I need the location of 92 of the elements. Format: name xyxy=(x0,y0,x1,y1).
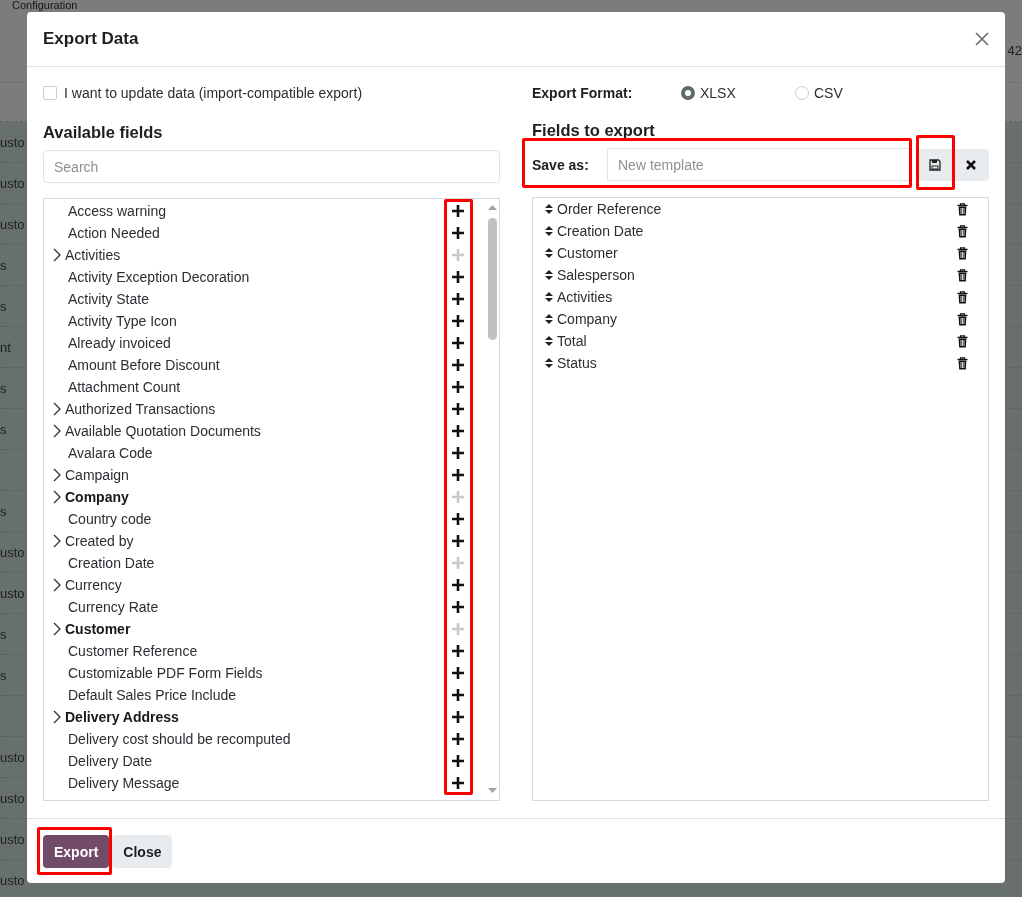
row-text: s xyxy=(0,667,7,683)
trash-icon[interactable] xyxy=(957,268,968,282)
chevron-right-icon[interactable] xyxy=(53,248,61,262)
plus-icon[interactable] xyxy=(452,293,464,305)
sort-icon[interactable] xyxy=(545,203,553,215)
row-text: s xyxy=(0,380,7,396)
plus-icon[interactable] xyxy=(452,535,464,547)
row-text: usto xyxy=(0,585,25,601)
plus-icon[interactable] xyxy=(452,227,464,239)
chevron-right-icon[interactable] xyxy=(53,402,61,416)
field-name[interactable]: Total xyxy=(557,332,957,350)
chevron-right-icon[interactable] xyxy=(53,710,61,724)
plus-icon[interactable] xyxy=(452,315,464,327)
format-label: Export Format: xyxy=(532,85,634,101)
trash-icon[interactable] xyxy=(957,246,968,260)
plus-icon[interactable] xyxy=(452,271,464,283)
sort-icon[interactable] xyxy=(545,225,553,237)
plus-icon[interactable] xyxy=(452,337,464,349)
row-text: s xyxy=(0,421,7,437)
trash-icon[interactable] xyxy=(957,290,968,304)
plus-icon[interactable] xyxy=(452,513,464,525)
plus-icon[interactable] xyxy=(452,645,464,657)
plus-icon[interactable] xyxy=(452,205,464,217)
row-text: s xyxy=(0,298,7,314)
row-text: nt xyxy=(0,339,11,355)
plus-icon[interactable] xyxy=(452,777,464,789)
plus-icon[interactable] xyxy=(452,447,464,459)
sort-icon[interactable] xyxy=(545,357,553,369)
chevron-right-icon[interactable] xyxy=(53,424,61,438)
trash-icon[interactable] xyxy=(957,356,968,370)
save-as-label: Save as: xyxy=(532,156,590,173)
row-text: s xyxy=(0,257,7,273)
sort-icon[interactable] xyxy=(545,291,553,303)
field-name[interactable]: Status xyxy=(557,354,957,372)
chevron-right-icon[interactable] xyxy=(53,490,61,504)
field-name[interactable]: Order Reference xyxy=(557,200,957,218)
sort-icon[interactable] xyxy=(545,313,553,325)
sort-icon[interactable] xyxy=(545,335,553,347)
radio-button[interactable] xyxy=(681,86,695,100)
plus-icon[interactable] xyxy=(452,381,464,393)
sort-icon[interactable] xyxy=(545,269,553,281)
plus-icon[interactable] xyxy=(452,755,464,767)
close-icon[interactable] xyxy=(975,32,989,46)
trash-icon[interactable] xyxy=(957,202,968,216)
primary-button[interactable]: Export xyxy=(43,835,110,868)
section-heading: Fields to export xyxy=(532,120,656,141)
field-name[interactable]: Activities xyxy=(557,288,957,306)
dialog-title: Export Data xyxy=(43,29,139,49)
checkbox-label: I want to update data (import-compatible export) xyxy=(64,85,363,101)
row-text: usto xyxy=(0,831,25,847)
field-name[interactable]: Creation Date xyxy=(557,222,957,240)
field-name[interactable]: Company xyxy=(557,310,957,328)
plus-icon[interactable] xyxy=(452,733,464,745)
breadcrumb-text: Configuration xyxy=(12,0,78,11)
trash-icon[interactable] xyxy=(957,334,968,348)
trash-icon[interactable] xyxy=(957,312,968,326)
field-name[interactable]: Customer xyxy=(557,244,957,262)
scrollbar-thumb[interactable] xyxy=(487,218,497,340)
plus-icon[interactable] xyxy=(452,579,464,591)
save-icon xyxy=(929,158,941,171)
plus-icon[interactable] xyxy=(452,711,464,723)
plus-icon[interactable] xyxy=(452,469,464,481)
sort-icon[interactable] xyxy=(545,247,553,259)
trash-icon[interactable] xyxy=(957,224,968,238)
plus-icon[interactable] xyxy=(452,601,464,613)
plus-icon[interactable] xyxy=(452,403,464,415)
row-text: usto xyxy=(0,216,25,232)
checkbox[interactable] xyxy=(43,86,57,100)
chevron-right-icon[interactable] xyxy=(53,534,61,548)
row-text: usto xyxy=(0,175,25,191)
row-text: usto xyxy=(0,544,25,560)
secondary-button[interactable]: Close xyxy=(112,835,173,868)
radio-label[interactable]: CSV xyxy=(814,85,843,101)
plus-icon[interactable] xyxy=(452,359,464,371)
page-text: 42 xyxy=(1007,43,1022,58)
section-heading: Available fields xyxy=(43,122,164,143)
chevron-right-icon[interactable] xyxy=(53,468,61,482)
plus-icon[interactable] xyxy=(452,689,464,701)
row-text: usto xyxy=(0,790,25,806)
plus-icon[interactable] xyxy=(452,667,464,679)
field-name[interactable]: Salesperson xyxy=(557,266,957,284)
row-text: s xyxy=(0,503,7,519)
plus-icon[interactable] xyxy=(452,425,464,437)
row-text: usto xyxy=(0,749,25,765)
search-field[interactable]: Search xyxy=(43,150,500,183)
row-text: usto xyxy=(0,134,25,150)
cross-icon xyxy=(965,159,976,170)
row-text: s xyxy=(0,626,7,642)
radio-label[interactable]: XLSX xyxy=(700,85,736,101)
row-text: usto xyxy=(0,872,25,888)
chevron-right-icon[interactable] xyxy=(53,578,61,592)
chevron-right-icon[interactable] xyxy=(53,622,61,636)
